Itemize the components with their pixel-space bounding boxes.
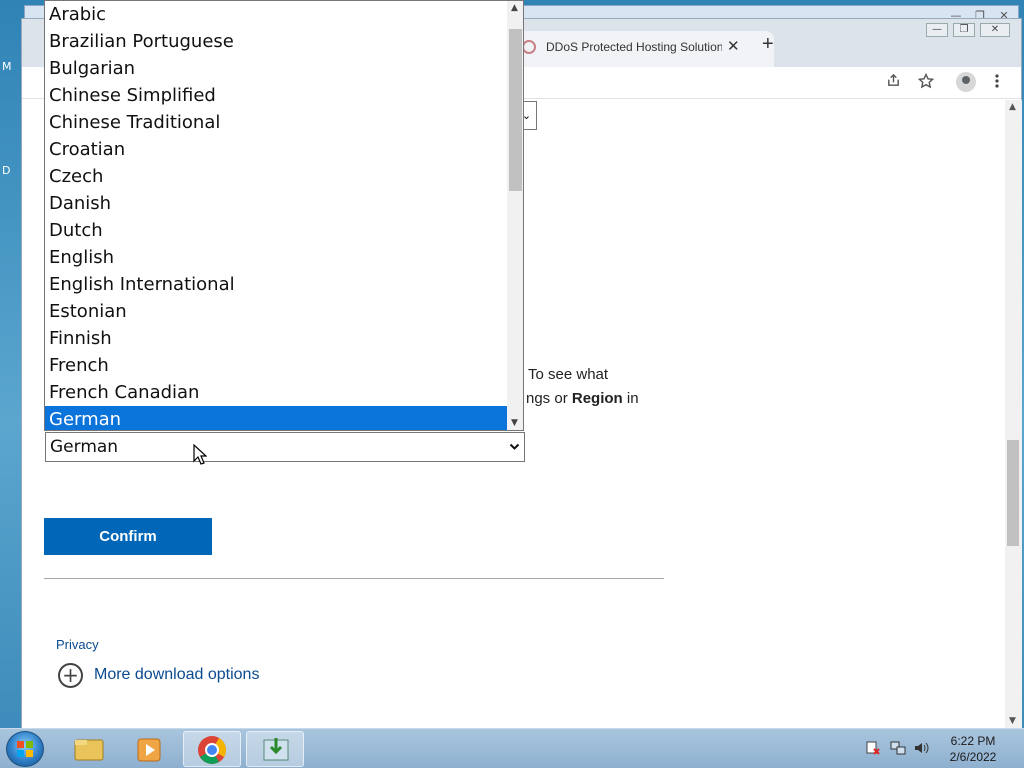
dropdown-option[interactable]: Czech (45, 163, 507, 190)
window-close-button[interactable]: ✕ (980, 23, 1010, 37)
tab-close-icon[interactable]: ✕ (727, 37, 740, 55)
start-button[interactable] (6, 731, 44, 767)
taskbar-clock[interactable]: 6:22 PM 2/6/2022 (938, 733, 1008, 765)
dropdown-scrollbar[interactable]: ▲ ▼ (507, 1, 523, 430)
language-select-value: German (50, 437, 119, 457)
installer-taskbar-button[interactable] (246, 731, 304, 767)
browser-tab[interactable]: DDoS Protected Hosting Solution ✕ (512, 31, 774, 67)
chrome-taskbar-button[interactable] (183, 731, 241, 767)
dropdown-option[interactable]: French (45, 352, 507, 379)
page-scrollbar[interactable]: ▲ ▼ (1005, 100, 1022, 728)
dropdown-option[interactable]: German (45, 406, 507, 430)
dropdown-option[interactable]: Danish (45, 190, 507, 217)
confirm-button[interactable]: Confirm (44, 518, 212, 555)
instruction-text: To see what (528, 366, 609, 383)
taskbar: 6:22 PM 2/6/2022 (0, 728, 1024, 768)
dropdown-option[interactable]: Croatian (45, 136, 507, 163)
scroll-up-icon[interactable]: ▲ (1009, 102, 1016, 112)
tab-title: DDoS Protected Hosting Solution (546, 40, 722, 54)
share-icon[interactable] (886, 73, 901, 92)
more-download-options-label: More download options (94, 666, 260, 683)
chevron-down-icon (509, 433, 520, 471)
dropdown-option[interactable]: Dutch (45, 217, 507, 244)
menu-kebab-icon[interactable] (994, 73, 1000, 93)
language-dropdown-list[interactable]: Arabic Brazilian Portuguese Bulgarian Chine… (44, 0, 524, 431)
dropdown-option[interactable]: Finnish (45, 325, 507, 352)
dropdown-option[interactable]: Chinese Simplified (45, 82, 507, 109)
privacy-link[interactable]: Privacy (56, 637, 99, 652)
desktop-icon-label-fragment: D (2, 164, 11, 177)
bookmark-star-icon[interactable] (917, 72, 935, 93)
dropdown-option[interactable]: English (45, 244, 507, 271)
dropdown-scrollbar-thumb[interactable] (509, 29, 522, 191)
dropdown-option[interactable]: French Canadian (45, 379, 507, 406)
clock-time: 6:22 PM (950, 734, 996, 748)
profile-avatar-icon[interactable] (956, 72, 976, 92)
clock-date: 2/6/2022 (949, 750, 997, 764)
media-player-taskbar-button[interactable] (120, 731, 178, 767)
desktop-icon-label-fragment: M (2, 60, 12, 73)
dropdown-option[interactable]: Estonian (45, 298, 507, 325)
volume-icon[interactable] (914, 741, 930, 759)
action-center-icon[interactable] (866, 741, 880, 759)
region-bold-text: Region (571, 390, 623, 407)
divider (44, 578, 664, 579)
window-minimize-button[interactable]: — (926, 23, 948, 37)
dropdown-option[interactable]: English International (45, 271, 507, 298)
dropdown-option[interactable]: Arabic (45, 1, 507, 28)
plus-circle-icon: + (58, 663, 83, 688)
scroll-up-icon[interactable]: ▲ (511, 3, 518, 13)
language-select[interactable]: German (45, 432, 525, 462)
scrollbar-thumb[interactable] (1007, 440, 1019, 546)
dropdown-option[interactable]: Chinese Traditional (45, 109, 507, 136)
favicon-icon (522, 40, 536, 54)
instruction-text: ngs or Region in (526, 390, 639, 407)
dropdown-option[interactable]: Brazilian Portuguese (45, 28, 507, 55)
explorer-taskbar-button[interactable] (60, 731, 118, 767)
network-icon[interactable] (890, 741, 906, 759)
window-maximize-button[interactable]: ❐ (953, 23, 975, 37)
dropdown-option[interactable]: Bulgarian (45, 55, 507, 82)
new-tab-button[interactable]: + (762, 33, 774, 56)
scroll-down-icon[interactable]: ▼ (511, 418, 518, 428)
scroll-down-icon[interactable]: ▼ (1009, 716, 1016, 726)
